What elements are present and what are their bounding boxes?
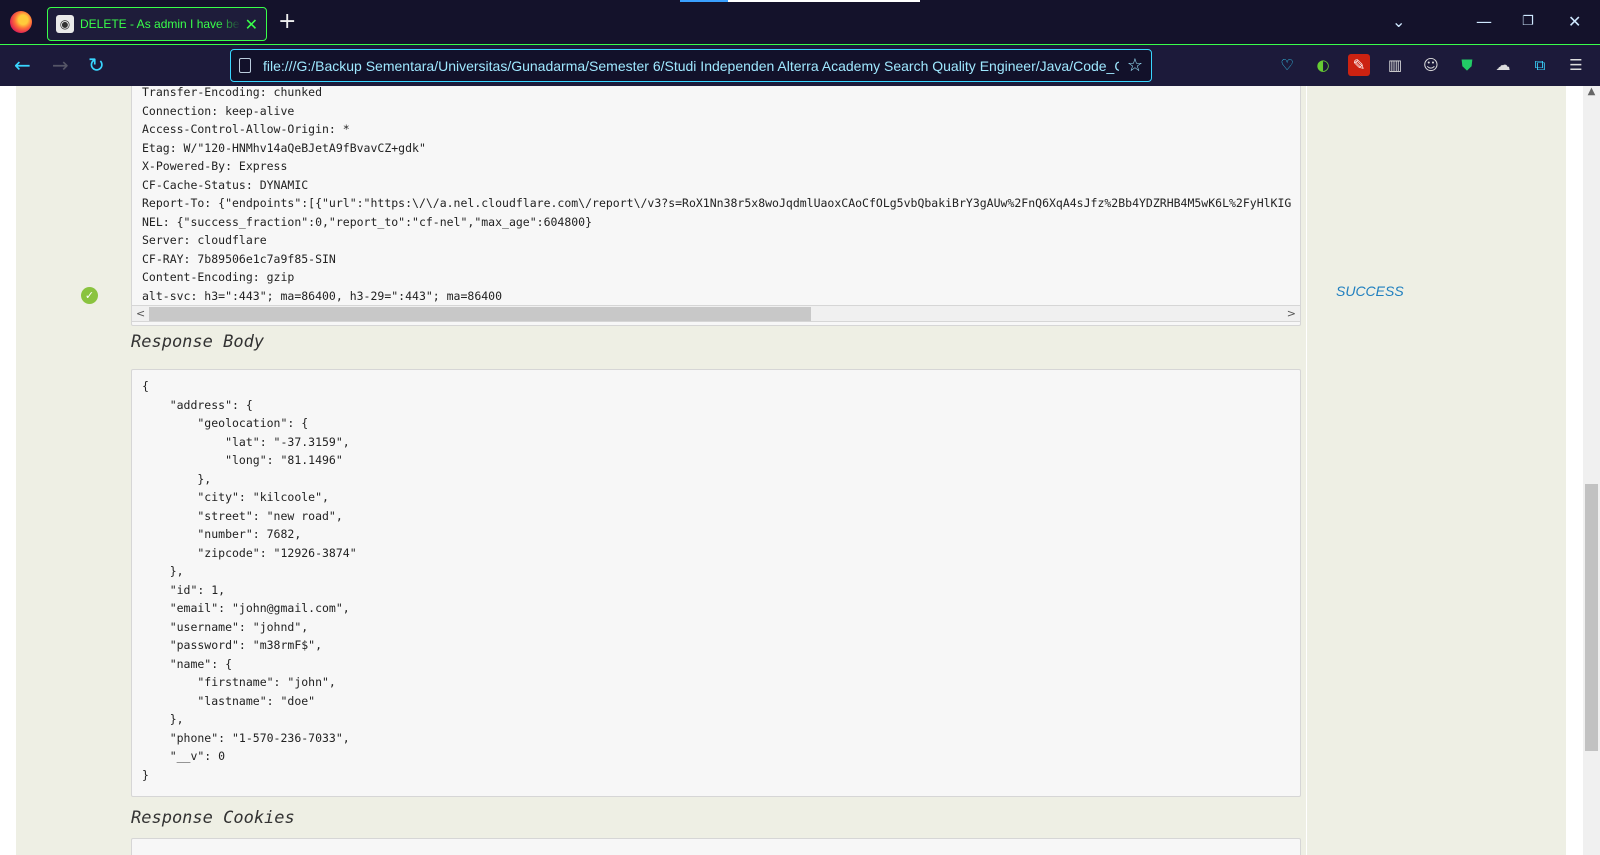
tab-close-icon[interactable]: ✕: [245, 15, 258, 34]
restore-icon[interactable]: ❐: [1522, 14, 1534, 29]
firefox-menu-icon[interactable]: [10, 11, 32, 33]
header-line: CF-RAY: 7b89506e1c7a9f85-SIN: [142, 251, 336, 266]
response-body-box: { "address": { "geolocation": { "lat": "…: [131, 369, 1301, 797]
tab-title: DELETE - As admin I have be able to dele…: [80, 17, 241, 31]
header-line: Report-To: {"endpoints":[{"url":"https:\…: [142, 196, 1292, 210]
hamburger-menu-icon[interactable]: ☰: [1565, 54, 1587, 76]
list-all-tabs-icon[interactable]: ⌄: [1392, 12, 1405, 31]
json-line: },: [142, 564, 184, 578]
extensions-puzzle-icon[interactable]: ⧉: [1529, 54, 1551, 76]
json-line: "phone": "1-570-236-7033",: [142, 730, 350, 745]
json-line: "id": 1,: [142, 582, 226, 597]
minimize-icon[interactable]: —: [1476, 12, 1492, 31]
json-line: "name": {: [142, 656, 233, 671]
header-line: NEL: {"success_fraction":0,"report_to":"…: [142, 214, 593, 229]
loading-indicator: [680, 0, 920, 2]
header-line: CF-Cache-Status: DYNAMIC: [142, 177, 309, 192]
page-scroll-thumb[interactable]: [1585, 484, 1598, 751]
forward-arrow-icon[interactable]: →: [52, 53, 69, 77]
header-line: X-Powered-By: Express: [142, 159, 288, 173]
json-line: "number": 7682,: [142, 527, 302, 541]
url-text[interactable]: file:///G:/Backup Sementara/Universitas/…: [263, 58, 1119, 74]
json-line: },: [142, 471, 212, 486]
header-line: Transfer-Encoding: chunked: [142, 86, 323, 99]
scroll-up-icon[interactable]: ▲: [1583, 86, 1600, 100]
json-line: {: [142, 379, 149, 393]
address-bar[interactable]: file:///G:/Backup Sementara/Universitas/…: [230, 49, 1152, 82]
new-tab-button[interactable]: +: [278, 10, 296, 34]
json-line: "street": "new road",: [142, 508, 343, 523]
extension-shield-icon[interactable]: ⛊: [1456, 54, 1478, 76]
response-headers-box: Transfer-Encoding: chunked Connection: ke…: [131, 86, 1301, 326]
json-line: "address": {: [142, 397, 253, 412]
json-line: "password": "m38rmF$",: [142, 638, 323, 652]
extension-frog-icon[interactable]: ☁: [1492, 54, 1514, 76]
header-line: alt-svc: h3=":443"; ma=86400, h3-29=":44…: [142, 288, 503, 303]
json-line: "username": "johnd",: [142, 619, 309, 634]
page-vertical-scrollbar[interactable]: ▲: [1583, 86, 1600, 855]
page-content: Transfer-Encoding: chunked Connection: ke…: [0, 86, 1600, 855]
response-cookies-box: [131, 838, 1301, 855]
nav-toolbar: ← → ↻ file:///G:/Backup Sementara/Univer…: [0, 44, 1600, 86]
response-cookies-title: Response Cookies: [131, 808, 295, 828]
headers-horizontal-scrollbar[interactable]: < >: [131, 305, 1301, 322]
header-line: Content-Encoding: gzip: [142, 270, 295, 284]
close-window-icon[interactable]: ✕: [1568, 12, 1581, 31]
reload-icon[interactable]: ↻: [88, 53, 105, 77]
success-check-icon: ✓: [81, 287, 98, 304]
tab-active[interactable]: ◉ DELETE - As admin I have be able to de…: [47, 7, 267, 41]
header-line: Connection: keep-alive: [142, 103, 295, 118]
json-line: "long": "81.1496": [142, 453, 343, 467]
json-line: "__v": 0: [142, 749, 226, 763]
extension-face-icon[interactable]: ☺: [1420, 54, 1442, 76]
tab-favicon-icon: ◉: [56, 15, 74, 33]
pocket-icon[interactable]: ♡: [1276, 54, 1298, 76]
scroll-right-icon[interactable]: >: [1287, 306, 1296, 321]
tab-strip: ◉ DELETE - As admin I have be able to de…: [0, 0, 1600, 44]
scroll-left-icon[interactable]: <: [136, 306, 145, 321]
back-arrow-icon[interactable]: ←: [14, 53, 31, 77]
header-line: Access-Control-Allow-Origin: *: [142, 122, 350, 136]
json-line: "geolocation": {: [142, 416, 309, 430]
json-line: "city": "kilcoole",: [142, 490, 329, 504]
status-column: [1306, 86, 1566, 855]
json-line: "firstname": "john",: [142, 675, 336, 689]
extension-pen-icon[interactable]: ✎: [1348, 54, 1370, 76]
json-line: },: [142, 712, 184, 726]
header-line: Etag: W/"120-HNMhv14aQeBJetA9fBvavCZ+gdk…: [142, 140, 426, 155]
header-line: Server: cloudflare: [142, 233, 267, 247]
json-line: "lastname": "doe": [142, 693, 316, 708]
library-icon[interactable]: ▥: [1384, 54, 1406, 76]
bookmark-star-icon[interactable]: ☆: [1127, 55, 1143, 76]
headers-scroll-thumb[interactable]: [149, 307, 811, 321]
step-status: SUCCESS: [1336, 283, 1404, 299]
json-line: "lat": "-37.3159",: [142, 434, 350, 449]
response-body-title: Response Body: [131, 332, 265, 352]
extension-globe-icon[interactable]: ◐: [1312, 54, 1334, 76]
json-line: }: [142, 767, 149, 782]
page-icon: [239, 58, 251, 73]
json-line: "zipcode": "12926-3874": [142, 545, 357, 560]
json-line: "email": "john@gmail.com",: [142, 601, 350, 615]
